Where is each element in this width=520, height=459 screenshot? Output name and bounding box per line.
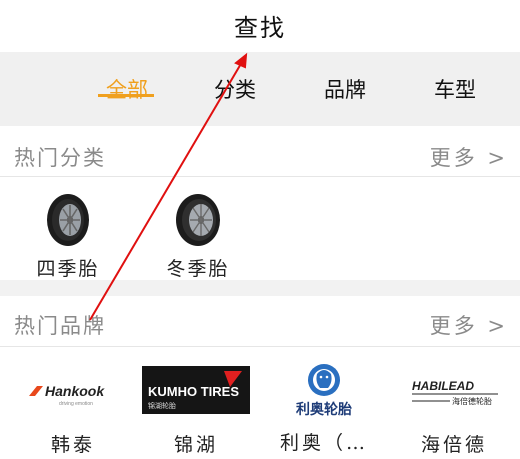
section-gap <box>0 280 520 296</box>
brand-label: 利奥（… <box>279 432 368 454</box>
hot-brands-title: 热门品牌 <box>14 314 106 338</box>
svg-text:锦湖轮胎: 锦湖轮胎 <box>148 401 176 410</box>
category-label: 四季胎 <box>36 258 100 280</box>
hot-brands-header: 热门品牌 更多 > <box>0 298 520 348</box>
hot-categories-title: 热门分类 <box>14 146 106 170</box>
brand-label: 韩泰 <box>50 434 95 456</box>
page-header: 查找 <box>0 0 520 50</box>
divider <box>0 176 520 177</box>
hot-categories-header: 热门分类 更多 > <box>0 130 520 180</box>
hot-categories-more-link[interactable]: 更多 > <box>430 142 508 172</box>
category-item-winter[interactable]: 冬季胎 <box>158 192 238 281</box>
brand-item-leao[interactable]: 利奥轮胎 利奥（… <box>268 362 380 455</box>
brand-item-kumho[interactable]: KUMHO TIRES 锦湖轮胎 锦湖 <box>140 364 252 457</box>
svg-text:海倍德轮胎: 海倍德轮胎 <box>452 396 492 406</box>
tab-category[interactable]: 分类 <box>180 52 290 126</box>
svg-text:利奥轮胎: 利奥轮胎 <box>296 401 352 418</box>
tab-all[interactable]: 全部 <box>72 52 182 126</box>
brand-label: 海倍德 <box>420 434 487 456</box>
svg-text:HABILEAD: HABILEAD <box>412 379 474 393</box>
hot-brands-more-link[interactable]: 更多 > <box>430 310 508 340</box>
page-title: 查找 <box>234 13 286 42</box>
habilead-logo: HABILEAD 海倍德轮胎 <box>398 364 510 416</box>
svg-text:driving emotion: driving emotion <box>59 401 93 407</box>
brand-item-habilead[interactable]: HABILEAD 海倍德轮胎 海倍德 <box>398 364 510 457</box>
svg-text:Hankook: Hankook <box>45 383 105 399</box>
tire-icon <box>40 192 96 248</box>
kumho-logo: KUMHO TIRES 锦湖轮胎 <box>140 364 252 416</box>
active-tab-indicator <box>98 94 154 97</box>
tab-vehicle[interactable]: 车型 <box>400 52 510 126</box>
hankook-logo: Hankook driving emotion <box>18 364 128 416</box>
tab-bar: 全部 分类 品牌 车型 <box>0 52 520 126</box>
tab-brand[interactable]: 品牌 <box>290 52 400 126</box>
category-item-all-season[interactable]: 四季胎 <box>30 192 106 281</box>
svg-text:KUMHO TIRES: KUMHO TIRES <box>148 384 239 399</box>
brand-label: 锦湖 <box>173 434 218 456</box>
leao-logo: 利奥轮胎 <box>268 362 380 418</box>
tire-icon <box>170 192 226 248</box>
divider <box>0 346 520 347</box>
category-label: 冬季胎 <box>166 258 230 280</box>
brand-item-hankook[interactable]: Hankook driving emotion 韩泰 <box>18 364 128 457</box>
